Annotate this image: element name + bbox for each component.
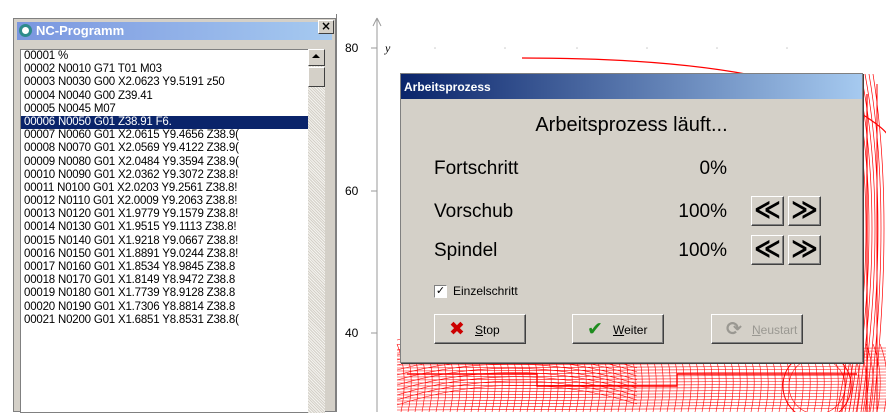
checkmark-icon: ✓ — [435, 284, 446, 297]
feed-decrease-button[interactable]: ≪ — [751, 196, 784, 226]
nc-line[interactable]: 00012 N0110 G01 X2.0009 Y9.2063 Z38.8! — [21, 195, 308, 208]
checkmark-icon: ✔ — [587, 318, 603, 340]
progress-label: Fortschritt — [434, 158, 519, 179]
nc-line[interactable]: 00019 N0180 G01 X1.7739 Y8.9128 Z38.8 — [21, 287, 308, 300]
spindle-increase-button[interactable]: ≫ — [788, 235, 821, 265]
y-axis-label: y — [384, 41, 391, 55]
spindle-decrease-button[interactable]: ≪ — [751, 235, 784, 265]
toolpath-stroke — [396, 377, 886, 381]
dialog-titlebar[interactable]: Arbeitsprozess — [401, 74, 862, 99]
nc-line[interactable]: 00005 N0045 M07 — [21, 103, 308, 116]
feed-increase-button[interactable]: ≫ — [788, 196, 821, 226]
restart-icon: ⟳ — [726, 318, 742, 340]
nc-window-titlebar[interactable]: NC-Programm — [17, 22, 332, 40]
progress-value: 0% — [699, 158, 727, 179]
nc-line[interactable]: 00009 N0080 G01 X2.0484 Y9.3594 Z38.9( — [21, 156, 308, 169]
nc-line[interactable]: 00013 N0120 G01 X1.9779 Y9.1579 Z38.8! — [21, 208, 308, 221]
double-chevron-left-icon: ≪ — [753, 234, 782, 264]
nc-line[interactable]: 00016 N0150 G01 X1.8891 Y9.0244 Z38.8! — [21, 248, 308, 261]
stop-label-rest: top — [483, 323, 500, 337]
spindle-label: Spindel — [434, 240, 498, 261]
app-icon — [19, 24, 32, 37]
nc-line[interactable]: 00017 N0160 G01 X1.8534 Y8.9845 Z38.8 — [21, 261, 308, 274]
feed-value: 100% — [678, 201, 727, 222]
nc-line[interactable]: 00015 N0140 G01 X1.9218 Y9.0667 Z38.8! — [21, 235, 308, 248]
nc-line[interactable]: 00003 N0030 G00 X2.0623 Y9.5191 z50 — [21, 76, 308, 89]
process-dialog: Arbeitsprozess Arbeitsprozess läuft... F… — [400, 73, 863, 363]
nc-line[interactable]: 00008 N0070 G01 X2.0569 Y9.4122 Z38.9( — [21, 142, 308, 155]
y-tick-40: 40 — [345, 326, 359, 340]
continue-mnemonic: W — [613, 323, 625, 337]
nc-line[interactable]: 00007 N0060 G01 X2.0615 Y9.4656 Z38.9( — [21, 129, 308, 142]
x-icon: ✖ — [449, 318, 465, 340]
toolpath-stroke — [396, 362, 886, 366]
nc-line[interactable]: 00014 N0130 G01 X1.9515 Y9.1113 Z38.8! — [21, 221, 308, 234]
toolpath-stroke — [396, 404, 886, 408]
toolpath-stroke — [396, 398, 886, 402]
stop-button-label: Stop — [475, 323, 500, 337]
nc-program-window: NC-Programm × 00001 % 00002 N0010 G71 T01… — [13, 18, 336, 413]
double-chevron-right-icon: ≫ — [790, 234, 819, 264]
double-chevron-left-icon: ≪ — [753, 195, 782, 225]
continue-button-label: Weiter — [613, 323, 647, 337]
nc-line[interactable]: 00006 N0050 G01 Z38.91 F6. — [21, 115, 308, 130]
nc-line[interactable]: 00002 N0010 G71 T01 M03 — [21, 63, 308, 76]
nc-line[interactable]: 00001 % — [21, 50, 308, 63]
continue-button[interactable]: ✔ Weiter — [572, 314, 664, 344]
single-step-label: Einzelschritt — [453, 284, 518, 298]
nc-line[interactable]: 00011 N0100 G01 X2.0203 Y9.2561 Z38.8! — [21, 182, 308, 195]
double-chevron-right-icon: ≫ — [790, 195, 819, 225]
close-button[interactable]: × — [318, 20, 334, 34]
vertical-scrollbar[interactable] — [308, 49, 325, 413]
single-step-checkbox[interactable]: ✓ — [434, 285, 447, 298]
nc-window-title: NC-Programm — [36, 23, 125, 38]
restart-mnemonic: N — [752, 323, 761, 337]
stop-button[interactable]: ✖ Stop — [434, 314, 526, 344]
toolpath-stroke — [396, 374, 886, 378]
y-tick-80: 80 — [345, 41, 359, 55]
toolpath-stroke — [396, 407, 886, 411]
restart-button[interactable]: ⟳ Neustart — [711, 314, 803, 344]
restart-button-label: Neustart — [752, 323, 797, 337]
toolpath-stroke — [396, 389, 886, 393]
feed-label: Vorschub — [434, 201, 514, 222]
y-tick-60: 60 — [345, 184, 359, 198]
nc-program-list[interactable]: 00001 % 00002 N0010 G71 T01 M03 00003 N003… — [20, 49, 308, 413]
toolpath-stroke — [396, 386, 886, 390]
nc-line[interactable]: 00010 N0090 G01 X2.0362 Y9.3072 Z38.8! — [21, 169, 308, 182]
nc-line[interactable]: 00018 N0170 G01 X1.8149 Y8.9472 Z38.8 — [21, 274, 308, 287]
scroll-thumb[interactable] — [308, 67, 325, 87]
toolpath-stroke — [396, 380, 886, 384]
nc-line[interactable]: 00004 N0040 G00 Z39.41 — [21, 90, 308, 103]
stop-mnemonic: S — [475, 323, 484, 337]
scroll-up-button[interactable] — [308, 49, 325, 66]
nc-line[interactable]: 00020 N0190 G01 X1.7306 Y8.8814 Z38.8 — [21, 301, 308, 314]
spindle-value: 100% — [678, 240, 727, 261]
dialog-title: Arbeitsprozess — [404, 80, 491, 94]
dialog-heading: Arbeitsprozess läuft... — [535, 114, 728, 136]
toolpath-stroke — [396, 401, 886, 405]
nc-line[interactable]: 00021 N0200 G01 X1.6851 Y8.8531 Z38.8( — [21, 314, 308, 327]
continue-label-rest: eiter — [624, 323, 648, 337]
restart-label-rest: eustart — [760, 323, 798, 337]
